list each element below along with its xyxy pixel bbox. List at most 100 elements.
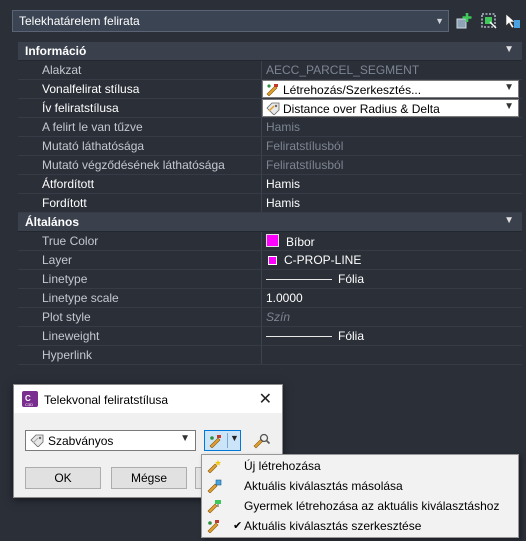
property-value[interactable]: Fólia <box>263 327 522 345</box>
property-value[interactable]: Hamis <box>263 175 522 193</box>
property-row-linetype-scale[interactable]: Linetype scale 1.0000 <box>18 289 522 308</box>
property-value[interactable] <box>263 346 522 364</box>
property-name: Alakzat <box>18 61 262 79</box>
layer-value: C-PROP-LINE <box>284 253 362 267</box>
edit-style-icon <box>207 520 219 533</box>
ok-button-label: OK <box>54 471 72 485</box>
property-row-leader-tail-visibility: Mutató végződésének láthatósága Felirats… <box>18 156 522 175</box>
properties-toolbar: Telekhatárelem felirata ▼ <box>0 0 526 42</box>
curve-label-style-value: Distance over Radius & Delta <box>283 102 440 116</box>
style-select-value: Szabványos <box>48 434 114 448</box>
property-name: Átfordított <box>18 175 262 193</box>
property-name: Mutató láthatósága <box>18 137 262 155</box>
property-row-label-pinned: A felirt le van tűzve Hamis <box>18 118 522 137</box>
property-value[interactable]: Hamis <box>263 194 522 212</box>
property-name: Mutató végződésének láthatósága <box>18 156 262 174</box>
layer-color-swatch <box>268 256 277 265</box>
menu-item-label: Aktuális kiválasztás szerkesztése <box>244 519 422 533</box>
toggle-pickadd-icon[interactable] <box>503 12 521 30</box>
line-label-style-dropdown[interactable]: Létrehozás/Szerkesztés... ▼ <box>262 80 519 98</box>
collapse-caret-icon[interactable]: ▼ <box>504 44 514 55</box>
section-header-information[interactable]: Információ ▼ <box>18 42 522 61</box>
split-separator <box>227 433 228 448</box>
property-grid: Információ ▼ Alakzat AECC_PARCEL_SEGMENT… <box>18 42 522 365</box>
property-row-curve-label-style: Ív feliratstílusa Distance over Radius &… <box>18 99 522 118</box>
property-name: Fordított <box>18 194 262 212</box>
copy-style-icon <box>207 479 222 493</box>
dialog-title: Telekvonal feliratstílusa <box>44 393 169 407</box>
property-value: Szín <box>266 310 291 324</box>
section-title: Információ <box>25 44 87 58</box>
svg-text:C3D: C3D <box>25 402 33 407</box>
property-row-shape: Alakzat AECC_PARCEL_SEGMENT <box>18 61 522 80</box>
pick-from-drawing-icon[interactable] <box>250 430 272 451</box>
property-name: Lineweight <box>18 327 262 345</box>
menu-item-copy-selection[interactable]: Aktuális kiválasztás másolása <box>202 476 520 496</box>
cancel-button[interactable]: Mégse <box>111 467 187 489</box>
cancel-button-label: Mégse <box>130 471 168 485</box>
object-type-select[interactable]: Telekhatárelem felirata ▼ <box>12 10 449 32</box>
property-value[interactable]: C-PROP-LINE <box>263 251 522 269</box>
section-header-general[interactable]: Általános ▼ <box>18 213 522 232</box>
style-actions-menu: Új létrehozása Aktuális kiválasztás máso… <box>201 454 519 538</box>
chevron-down-icon[interactable]: ▼ <box>230 433 239 443</box>
line-label-style-value: Létrehozás/Szerkesztés... <box>283 83 422 97</box>
property-value: Hamis <box>266 120 301 134</box>
chevron-down-icon: ▼ <box>180 433 190 444</box>
style-select[interactable]: Szabványos ▼ <box>25 430 196 451</box>
close-icon[interactable]: ✕ <box>259 389 272 409</box>
property-row-lineweight[interactable]: Lineweight Fólia <box>18 327 522 346</box>
menu-item-label: Új létrehozása <box>244 459 321 473</box>
property-value[interactable]: Bíbor <box>263 232 522 250</box>
quick-select-icon[interactable] <box>456 12 474 30</box>
linetype-value: Fólia <box>338 272 365 286</box>
chevron-down-icon: ▼ <box>435 16 444 26</box>
property-name: Linetype scale <box>18 289 262 307</box>
property-name: Hyperlink <box>18 346 262 364</box>
property-name: Linetype <box>18 270 262 288</box>
property-row-hyperlink[interactable]: Hyperlink <box>18 346 522 365</box>
property-value[interactable]: 1.0000 <box>263 289 522 307</box>
property-row-true-color[interactable]: True Color Bíbor <box>18 232 522 251</box>
menu-item-label: Gyermek létrehozása az aktuális kiválasz… <box>244 499 500 513</box>
dialog-title-bar: C C3D Telekvonal feliratstílusa ✕ <box>14 385 282 413</box>
menu-item-edit-selection[interactable]: ✔ Aktuális kiválasztás szerkesztése <box>202 516 520 536</box>
property-name: True Color <box>18 232 262 250</box>
lineweight-value: Fólia <box>338 329 365 343</box>
new-style-icon <box>207 460 221 473</box>
lineweight-sample <box>266 336 332 337</box>
color-swatch <box>266 234 279 247</box>
menu-item-label: Aktuális kiválasztás másolása <box>244 479 403 493</box>
civil3d-app-icon: C C3D <box>22 391 38 407</box>
property-row-layer[interactable]: Layer C-PROP-LINE <box>18 251 522 270</box>
property-row-plot-style: Plot style Szín <box>18 308 522 327</box>
property-name: Vonalfelirat stílusa <box>18 80 262 98</box>
property-row-linetype[interactable]: Linetype Fólia <box>18 270 522 289</box>
select-objects-icon[interactable] <box>480 12 498 30</box>
property-value: AECC_PARCEL_SEGMENT <box>266 63 420 77</box>
property-row-line-label-style: Vonalfelirat stílusa Létrehozás/Szerkesz… <box>18 80 522 99</box>
section-title: Általános <box>25 215 80 229</box>
style-edit-split-button[interactable]: ▼ <box>204 430 241 451</box>
collapse-caret-icon[interactable]: ▼ <box>504 215 514 226</box>
checkmark-icon: ✔ <box>233 520 243 532</box>
linetype-sample <box>266 279 332 280</box>
edit-style-icon <box>209 435 221 448</box>
property-name: Ív feliratstílusa <box>18 99 262 117</box>
property-value[interactable]: Fólia <box>263 270 522 288</box>
label-style-icon <box>266 102 280 115</box>
object-type-value: Telekhatárelem felirata <box>19 14 140 28</box>
property-name: A felirt le van tűzve <box>18 118 262 136</box>
ok-button[interactable]: OK <box>25 467 101 489</box>
curve-label-style-dropdown[interactable]: Distance over Radius & Delta ▼ <box>262 99 519 117</box>
true-color-value: Bíbor <box>286 235 315 249</box>
property-value: Feliratstílusból <box>266 139 344 153</box>
label-style-icon <box>30 434 44 447</box>
property-name: Layer <box>18 251 262 269</box>
property-row-reversed[interactable]: Fordított Hamis <box>18 194 522 213</box>
property-value: Feliratstílusból <box>266 158 344 172</box>
property-name: Plot style <box>18 308 262 326</box>
property-row-flipped[interactable]: Átfordított Hamis <box>18 175 522 194</box>
menu-item-create-child[interactable]: Gyermek létrehozása az aktuális kiválasz… <box>202 496 520 516</box>
menu-item-create-new[interactable]: Új létrehozása <box>202 456 520 476</box>
